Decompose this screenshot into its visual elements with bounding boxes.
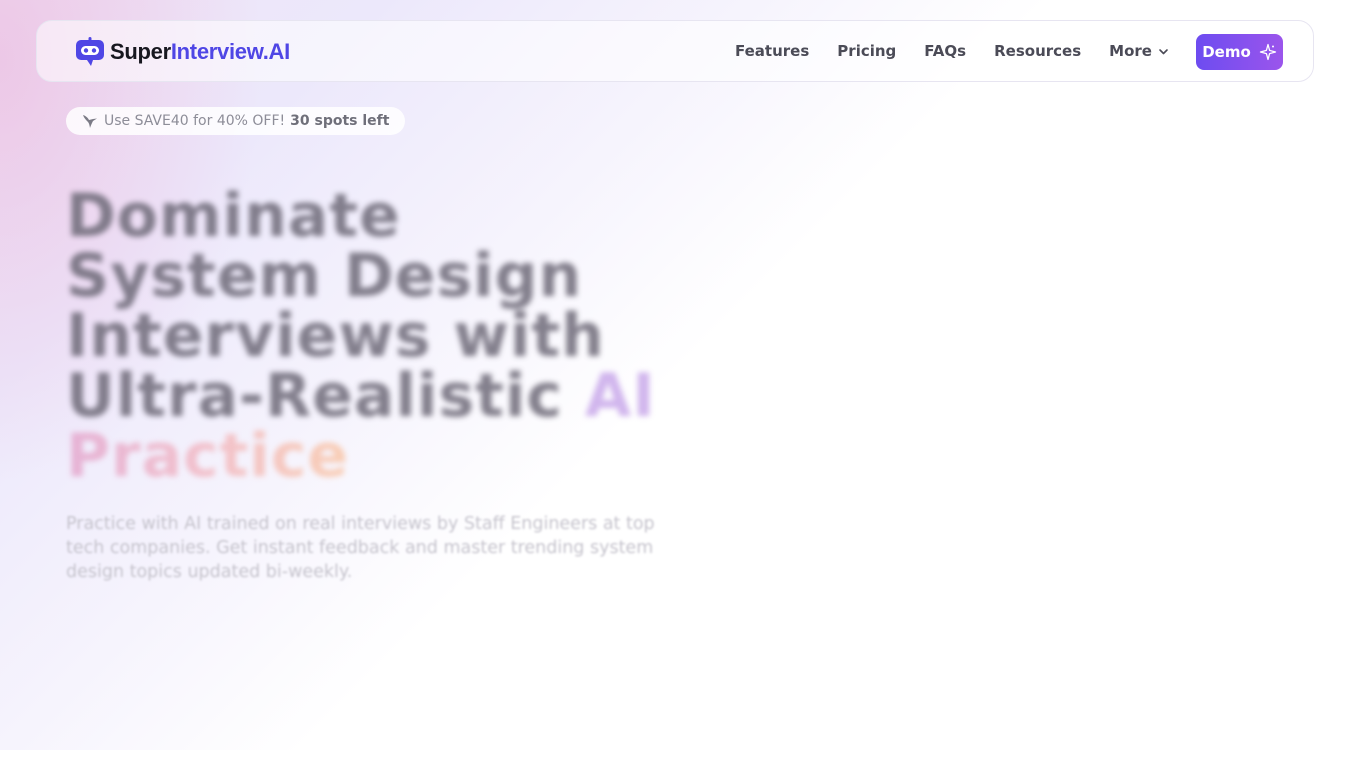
promo-highlight: 30 spots left (290, 113, 390, 129)
sparkle-icon (1259, 43, 1276, 61)
nav-links: Features Pricing FAQs Resources More (735, 42, 1197, 60)
headline-line-5: Practice (66, 426, 706, 486)
headline-line-3: Interviews with (66, 301, 605, 371)
demo-button[interactable]: Demo (1196, 34, 1283, 70)
nav-more-dropdown[interactable]: More (1109, 42, 1169, 60)
nav-more-label: More (1109, 42, 1152, 60)
nav-link-pricing[interactable]: Pricing (837, 42, 896, 60)
robot-chat-icon (76, 37, 104, 66)
headline-line-1: Dominate (66, 181, 401, 251)
hero-subtitle: Practice with AI trained on real intervi… (66, 514, 655, 582)
headline-accent-practice: Practice (66, 421, 350, 491)
headline-line-2: System Design (66, 241, 583, 311)
brand-logo[interactable]: SuperInterview.AI (75, 37, 290, 67)
headline-line-4: Ultra-Realistic AI (66, 366, 706, 426)
demo-button-label: Demo (1202, 43, 1251, 61)
hero-headline: Dominate System Design Interviews with U… (66, 186, 706, 486)
promo-banner[interactable]: Use SAVE40 for 40% OFF! 30 spots left (66, 107, 406, 135)
brand-name: SuperInterview.AI (110, 39, 290, 65)
hummingbird-icon (83, 115, 97, 128)
nav-link-features[interactable]: Features (735, 42, 809, 60)
nav-link-resources[interactable]: Resources (994, 42, 1081, 60)
nav-link-faqs[interactable]: FAQs (924, 42, 966, 60)
brand-name-part1: Super (110, 39, 171, 64)
top-navbar: SuperInterview.AI Features Pricing FAQs … (36, 20, 1314, 82)
headline-accent-ai: AI (584, 361, 656, 431)
chevron-down-icon (1159, 48, 1168, 54)
promo-text: Use SAVE40 for 40% OFF! (104, 113, 286, 129)
brand-name-part2: Interview.AI (170, 39, 290, 64)
